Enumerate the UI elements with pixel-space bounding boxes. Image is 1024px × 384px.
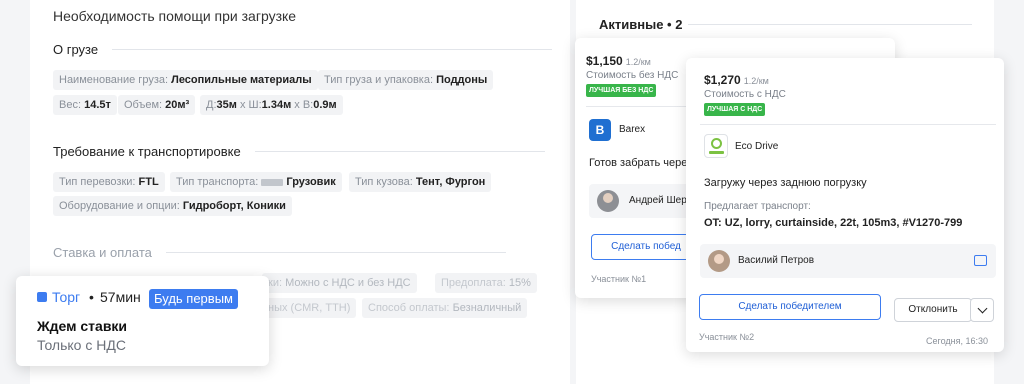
chevron-down-icon: [977, 303, 987, 314]
participant-label: Участник №2: [699, 332, 755, 342]
offer-time: Сегодня, 16:30: [926, 336, 989, 346]
contact-person: Василий Петров: [700, 244, 996, 278]
vat-chip: ки: Можно с НДС и без НДС: [262, 273, 417, 293]
price-note: Стоимость без НДС: [586, 70, 679, 81]
weight-chip: Вес: 14.5т: [53, 95, 117, 115]
rate-section-title: Ставка и оплата: [53, 245, 506, 260]
chat-icon[interactable]: [974, 255, 987, 266]
bid-status-card: Торг • 57мин Будь первым Ждем ставки Тол…: [16, 276, 269, 366]
cargo-name-chip: Наименование груза: Лесопильные материал…: [53, 70, 318, 90]
offer-price: $1,150 1.2/км: [586, 54, 651, 68]
eco-drive-logo-icon: [704, 134, 728, 158]
vehicle-type-chip: Тип транспорта: Грузовик: [170, 172, 342, 192]
offer-card-2[interactable]: $1,270 1.2/км Стоимость с НДС ЛУЧШАЯ С НД…: [686, 58, 1004, 352]
make-winner-button[interactable]: Сделать победителем: [699, 294, 881, 320]
divider: [112, 49, 553, 50]
best-offer-badge: ЛУЧШАЯ С НДС: [704, 103, 766, 116]
bid-timer: 57мин: [100, 289, 141, 305]
company-name: Eco Drive: [735, 141, 779, 152]
cargo-section-title: О грузе: [53, 42, 553, 57]
offer-message: Загружу через заднюю погрузку: [704, 177, 867, 189]
divider: [165, 252, 506, 253]
loading-help-heading: Необходимость помощи при загрузке: [53, 8, 297, 24]
divider: [688, 24, 972, 25]
offer-message: Готов забрать чере: [589, 157, 688, 169]
bullet: •: [89, 289, 94, 305]
participant-label: Участник №1: [591, 274, 647, 284]
company-name: Barex: [619, 124, 646, 135]
documents-chip: ных (CMR, ТТН): [262, 298, 357, 318]
payment-method-chip: Способ оплаты: Безналичный: [362, 298, 528, 318]
person-name: Василий Петров: [738, 255, 815, 266]
bid-subtitle: Только с НДС: [37, 337, 126, 353]
active-offers-title: Активные • 2: [599, 17, 683, 32]
equipment-chip: Оборудование и опции: Гидроборт, Коники: [53, 196, 292, 216]
reject-button[interactable]: Отклонить: [894, 298, 972, 322]
bid-square-icon: [37, 292, 47, 302]
avatar: [597, 190, 619, 212]
price-note: Стоимость с НДС: [704, 89, 786, 100]
dimensions-chip: Д:35м х Ш:1.34м х В:0.9м: [200, 95, 343, 115]
volume-chip: Объем: 20м³: [118, 95, 196, 115]
transport-section-title: Требование к транспортировке: [53, 144, 545, 159]
divider: [700, 124, 996, 125]
divider: [254, 151, 545, 152]
transport-label: Предлагает транспорт:: [704, 201, 811, 212]
person-name: Андрей Шере: [629, 195, 693, 206]
barex-logo-icon: B: [589, 119, 611, 141]
bid-title: Ждем ставки: [37, 318, 128, 334]
body-type-chip: Тип кузова: Тент, Фургон: [349, 172, 492, 192]
bid-type: Торг: [52, 289, 81, 305]
best-offer-badge: ЛУЧШАЯ БЕЗ НДС: [586, 84, 657, 97]
offer-price: $1,270 1.2/км: [704, 73, 769, 87]
be-first-badge: Будь первым: [149, 289, 238, 309]
cargo-packaging-chip: Тип груза и упаковка: Поддоны: [318, 70, 494, 90]
prepayment-chip: Предоплата: 15%: [435, 273, 537, 293]
offered-transport: OT: UZ, lorry, curtainside, 22t, 105m3, …: [704, 217, 963, 229]
more-options-button[interactable]: [970, 298, 994, 322]
transport-type-chip: Тип перевозки: FTL: [53, 172, 165, 192]
truck-icon: [261, 178, 284, 186]
make-winner-button[interactable]: Сделать побед: [591, 234, 701, 260]
avatar: [708, 250, 730, 272]
